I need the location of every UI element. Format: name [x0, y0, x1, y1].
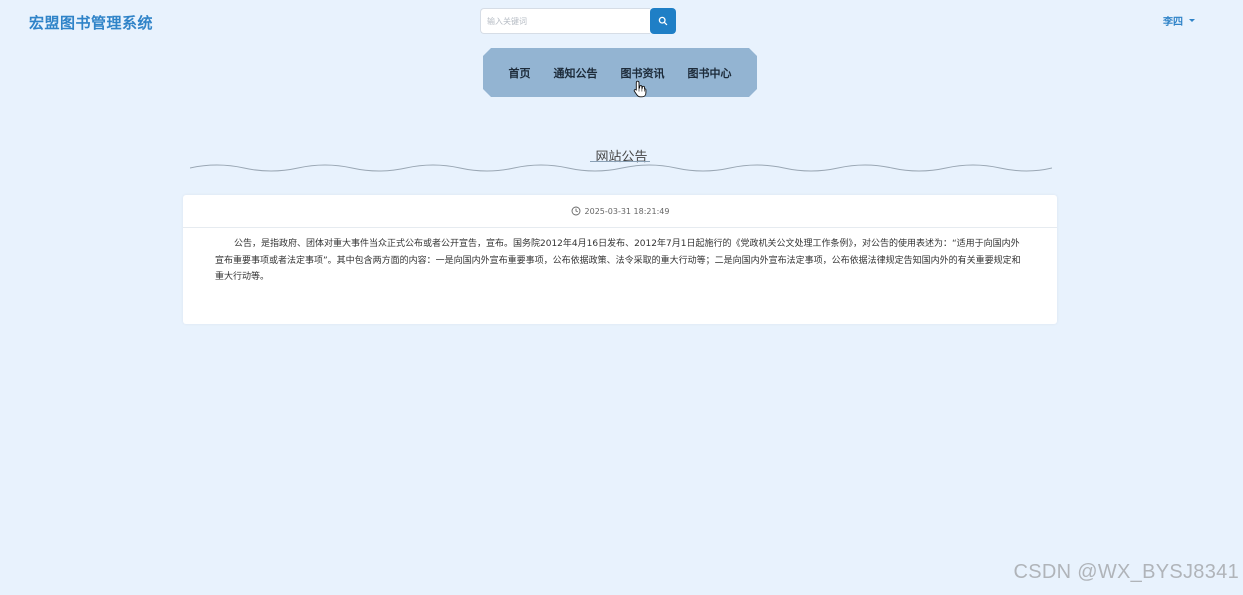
chevron-down-icon — [1189, 19, 1195, 22]
title-underline — [590, 161, 650, 162]
notice-meta: 2025-03-31 18:21:49 — [183, 195, 1057, 228]
user-name: 李四 — [1163, 17, 1183, 28]
watermark: CSDN @WX_BYSJ8341 — [1013, 561, 1239, 583]
nav-item-book-center[interactable]: 图书中心 — [688, 65, 732, 81]
nav-item-book-news[interactable]: 图书资讯 — [621, 65, 665, 81]
search-input[interactable] — [480, 8, 650, 34]
page: 宏盟图书管理系统 李四 首页 通知公告 图书资讯 图书中心 网站公告 — [0, 0, 1243, 595]
hand-pointer-icon — [633, 80, 647, 98]
app-logo[interactable]: 宏盟图书管理系统 — [29, 12, 153, 33]
nav-item-notices[interactable]: 通知公告 — [554, 65, 598, 81]
clock-icon — [571, 206, 580, 216]
notice-card: 2025-03-31 18:21:49 公告，是指政府、团体对重大事件当众正式公… — [183, 195, 1057, 324]
user-menu[interactable]: 李四 — [1163, 13, 1195, 28]
search-button[interactable] — [650, 8, 676, 34]
notice-content: 公告，是指政府、团体对重大事件当众正式公布或者公开宣告，宣布。国务院2012年4… — [215, 239, 1021, 282]
search-bar — [480, 8, 676, 34]
main-nav: 首页 通知公告 图书资讯 图书中心 — [483, 48, 757, 97]
nav-item-home[interactable]: 首页 — [509, 65, 531, 81]
wave-divider — [190, 164, 1052, 172]
search-icon — [658, 16, 668, 26]
notice-timestamp: 2025-03-31 18:21:49 — [584, 206, 670, 216]
